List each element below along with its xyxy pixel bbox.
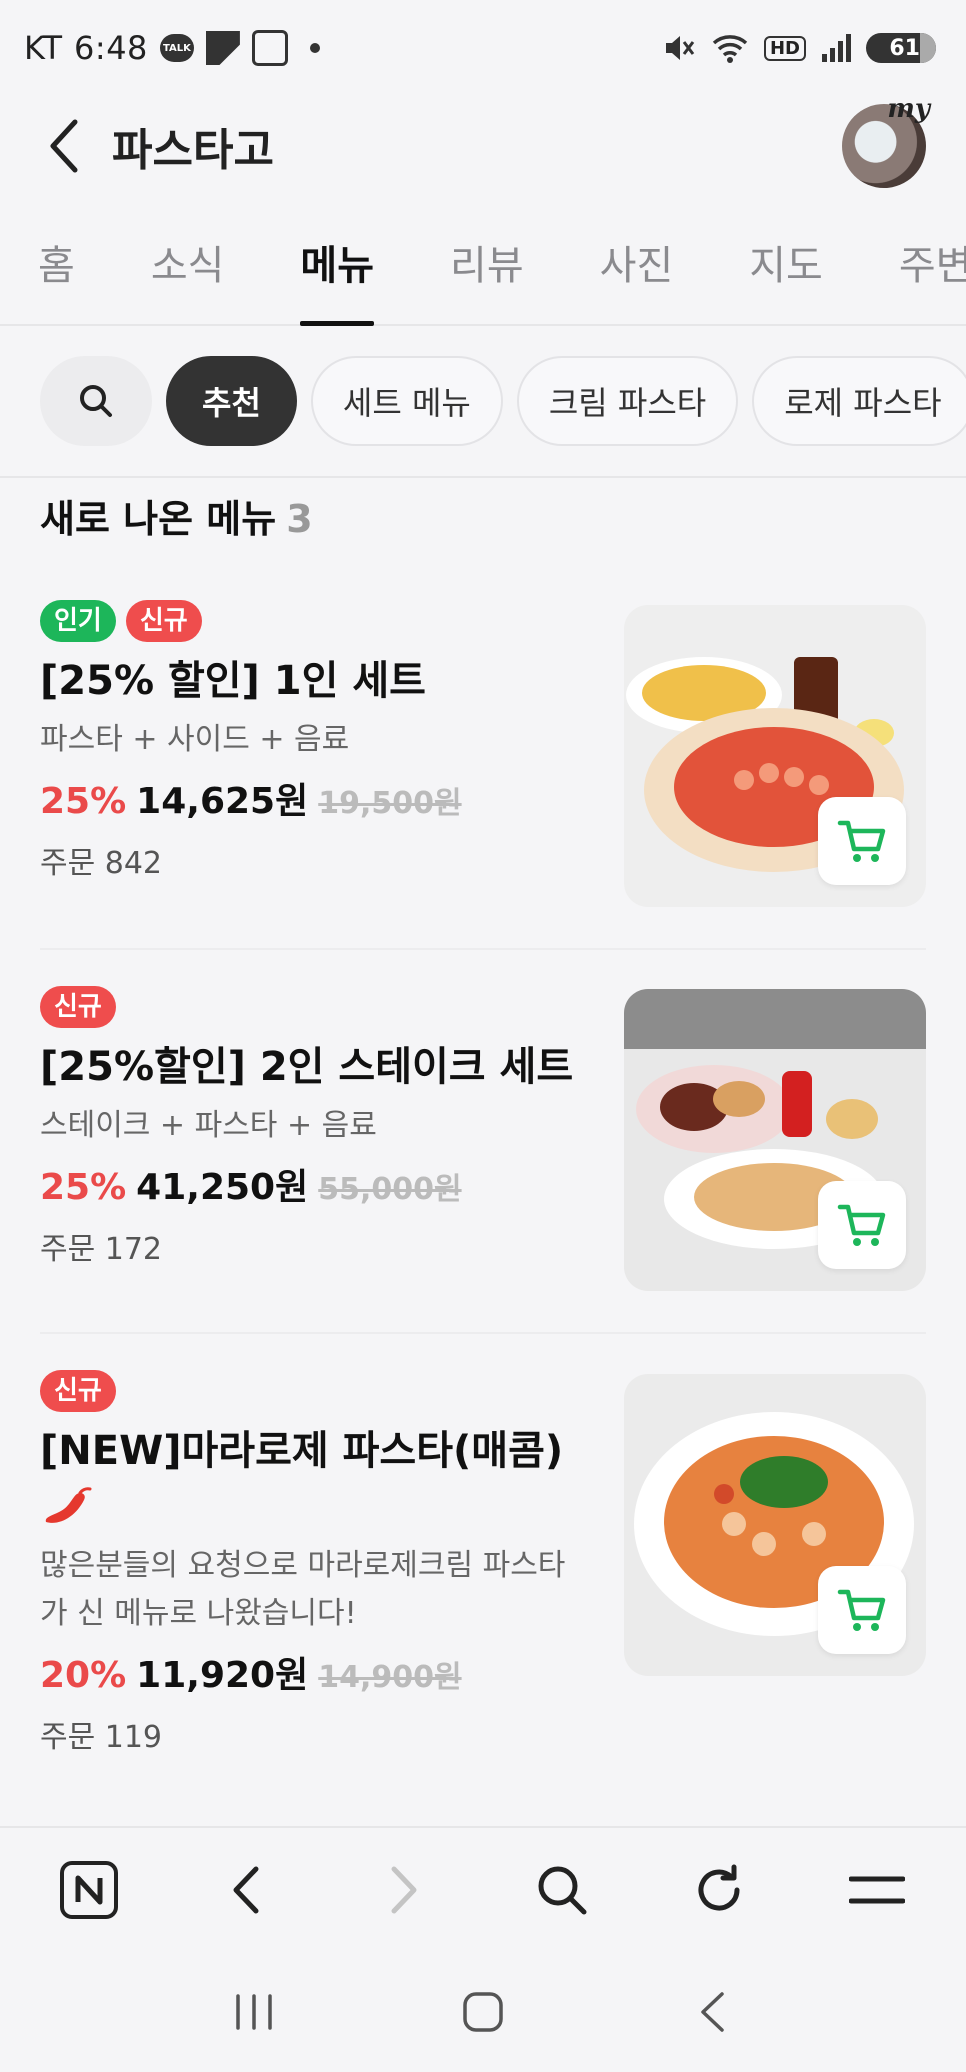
item-description: 많은분들의 요청으로 마라로제크림 파스타가 신 메뉴로 나왔습니다! [40,1548,566,1631]
tab-reviews[interactable]: 리뷰 [450,226,524,326]
back-button[interactable] [40,116,88,176]
chip-rose-pasta[interactable]: 로제 파스타 [752,356,966,446]
popular-badge: 인기 [40,600,116,642]
recent-apps-icon [236,1994,273,2030]
status-bar: KT 6:48 TALK HD 61 [0,0,966,96]
hamburger-menu-icon [849,1876,906,1904]
add-to-cart-button[interactable] [818,1181,906,1269]
sale-price: 41,250원 [136,1167,309,1208]
mute-icon [665,36,695,60]
menu-item[interactable]: 신규 [NEW]마라로제 파스타(매콤) 많은분들의 요청으로 마라로제크림 파… [40,1370,926,1790]
cart-icon [837,1589,886,1631]
menu-item[interactable]: 인기 신규 [25% 할인] 1인 세트 파스타 + 사이드 + 음료 25% … [40,600,926,950]
clock-time: 6:48 [74,29,148,67]
add-to-cart-button[interactable] [818,1566,906,1654]
tab-map[interactable]: 지도 [749,226,823,326]
discount-rate: 20% [40,1655,127,1696]
tab-menu[interactable]: 메뉴 [300,226,374,326]
chevron-right-icon [391,1866,417,1914]
item-description: 스테이크 + 파스타 + 음료 [40,1108,377,1143]
notification-icon [205,31,240,65]
browser-menu-button[interactable] [837,1850,917,1930]
system-back-button[interactable] [672,1972,752,2052]
sale-price: 11,920원 [136,1655,309,1696]
new-badge: 신규 [40,986,116,1028]
home-button[interactable] [443,1972,523,2052]
item-description: 파스타 + 사이드 + 음료 [40,722,350,757]
tab-news[interactable]: 소식 [151,226,225,326]
my-label: my [887,94,930,124]
more-notifications-icon [309,43,320,53]
home-icon [463,1992,503,2032]
sale-price: 14,625원 [136,781,309,822]
discount-rate: 25% [40,781,127,822]
section-title-text: 새로 나온 메뉴 [40,497,277,541]
spicy-pepper-icon [45,1487,92,1523]
item-name[interactable]: [NEW]마라로제 파스타(매콤) [40,1422,580,1480]
chip-cream-pasta[interactable]: 크림 파스타 [516,356,739,446]
item-photo[interactable] [624,989,926,1291]
browser-search-button[interactable] [522,1850,602,1930]
tab-nearby[interactable]: 주변 [899,226,966,326]
new-badge: 신규 [40,1370,116,1412]
original-price: 55,000원 [318,1172,462,1207]
screenshot-icon [251,30,288,66]
search-icon [538,1866,587,1915]
chip-recommended[interactable]: 추천 [166,356,297,446]
new-badge: 신규 [125,600,202,642]
item-photo[interactable] [624,1374,926,1676]
carrier-label: KT [24,29,63,67]
wifi-icon [712,35,748,63]
avatar[interactable]: my [842,94,930,188]
section-count: 3 [286,497,313,541]
section-title: 새로 나온 메뉴 3 [40,488,313,543]
refresh-icon [698,1864,740,1911]
cart-icon [837,820,886,862]
back-icon [700,1992,724,2032]
app-header: 파스타고 my [0,94,966,196]
browser-refresh-button[interactable] [679,1850,759,1930]
browser-back-button[interactable] [206,1850,286,1930]
battery-icon: 61 [866,33,936,63]
category-chips: 추천 세트 메뉴 크림 파스타 로제 파스타 [0,326,966,478]
menu-search-button[interactable] [40,356,152,446]
naver-home-button[interactable] [49,1850,129,1930]
cart-icon [837,1204,886,1246]
original-price: 19,500원 [318,786,462,821]
search-icon [80,385,112,417]
original-price: 14,900원 [318,1660,462,1695]
tab-bar: 홈 소식 메뉴 리뷰 사진 지도 주변 [0,226,966,326]
chip-set-menu[interactable]: 세트 메뉴 [310,356,503,446]
order-count: 주문 172 [40,1232,162,1267]
add-to-cart-button[interactable] [818,797,906,885]
hd-voice-icon: HD [763,35,806,61]
recent-apps-button[interactable] [214,1972,294,2052]
order-count: 주문 119 [40,1720,162,1755]
page-title: 파스타고 [112,125,274,176]
kakaotalk-icon: TALK [159,34,194,62]
item-name[interactable]: [25%할인] 2인 스테이크 세트 [40,1038,580,1096]
tab-photos[interactable]: 사진 [600,226,674,326]
menu-item[interactable]: 신규 [25%할인] 2인 스테이크 세트 스테이크 + 파스타 + 음료 25… [40,986,926,1334]
browser-toolbar [0,1826,966,1952]
tab-home[interactable]: 홈 [38,226,75,326]
item-photo[interactable] [624,605,926,907]
chevron-left-icon [233,1866,259,1914]
naver-n-icon [59,1861,118,1919]
system-nav-bar [0,1952,966,2072]
signal-icon [822,34,851,62]
discount-rate: 25% [40,1167,127,1208]
chevron-left-icon [50,119,78,173]
order-count: 주문 842 [40,846,162,881]
browser-forward-button[interactable] [364,1850,444,1930]
item-name[interactable]: [25% 할인] 1인 세트 [40,652,580,710]
